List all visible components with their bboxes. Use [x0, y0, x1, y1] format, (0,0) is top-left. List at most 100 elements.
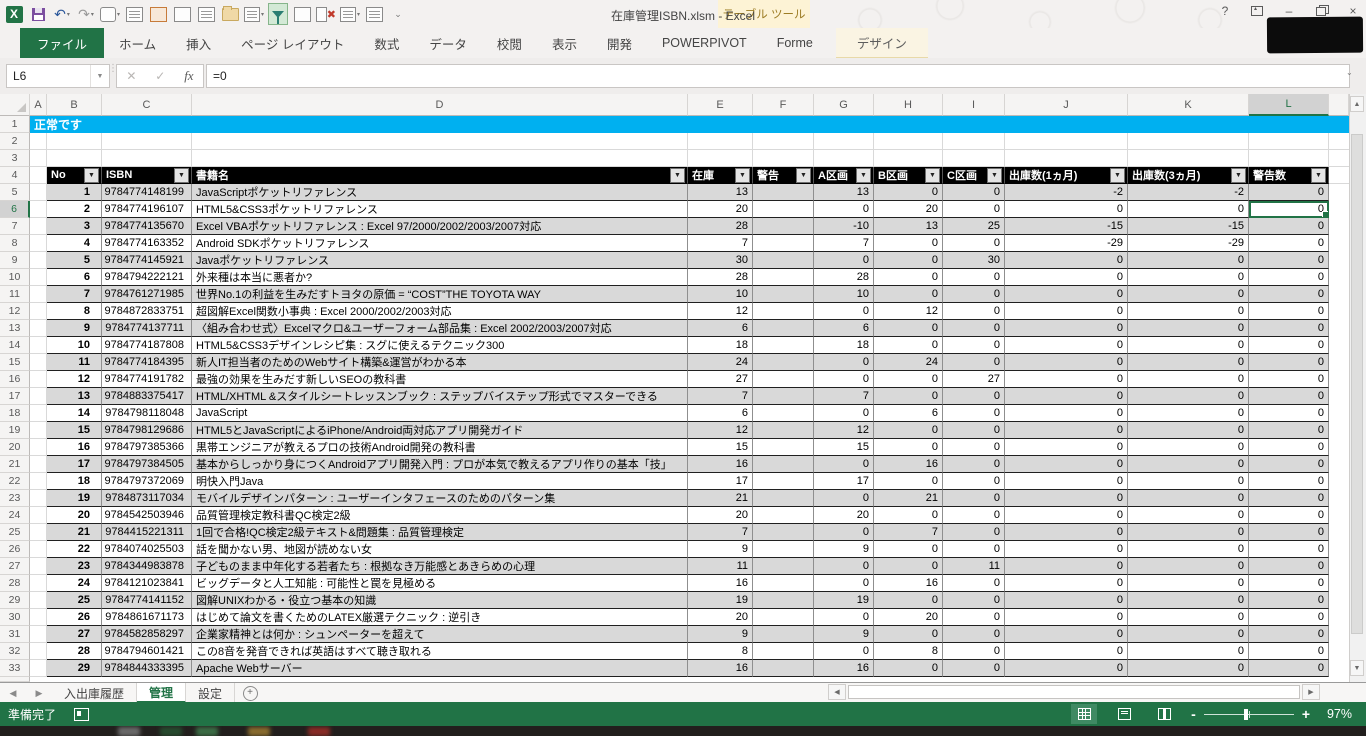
row-header-10[interactable]: 10 [0, 269, 30, 286]
cell-M17[interactable] [1329, 388, 1349, 405]
cell-G19[interactable]: 12 [814, 422, 874, 439]
cell-G29[interactable]: 19 [814, 592, 874, 609]
scroll-down-icon[interactable]: ▼ [1350, 660, 1364, 676]
cell-F5[interactable] [753, 184, 814, 201]
new-sheet-button[interactable]: + [235, 683, 265, 703]
cell-M18[interactable] [1329, 405, 1349, 422]
cell-M2[interactable] [1329, 133, 1349, 150]
cell-C11[interactable]: 9784761271985 [102, 286, 192, 303]
cell-J5[interactable]: -2 [1005, 184, 1128, 201]
column-header-C[interactable]: C [102, 94, 192, 116]
row-header-20[interactable]: 20 [0, 439, 30, 456]
cell-D15[interactable]: 新人IT担当者のためのWebサイト構築&運営がわかる本 [192, 354, 688, 371]
cell-M24[interactable] [1329, 507, 1349, 524]
cell-D6[interactable]: HTML5&CSS3ポケットリファレンス [192, 201, 688, 218]
cell-E27[interactable]: 11 [688, 558, 753, 575]
cell-C19[interactable]: 9784798129686 [102, 422, 192, 439]
cell-I3[interactable] [943, 150, 1005, 167]
cell-F23[interactable] [753, 490, 814, 507]
cell-K5[interactable]: -2 [1128, 184, 1249, 201]
page-break-view-button[interactable] [1151, 704, 1177, 724]
cell-L30[interactable]: 0 [1249, 609, 1329, 626]
cell-M33[interactable] [1329, 660, 1349, 677]
cell-K15[interactable]: 0 [1128, 354, 1249, 371]
qat-overflow-icon[interactable]: ⌄ [388, 4, 408, 24]
cell-E33[interactable]: 16 [688, 660, 753, 677]
cell-G26[interactable]: 9 [814, 541, 874, 558]
cell-J16[interactable]: 0 [1005, 371, 1128, 388]
tab-ページ レイアウト[interactable]: ページ レイアウト [226, 28, 359, 58]
filter-dropdown-icon[interactable]: ▼ [796, 168, 811, 183]
cell-C18[interactable]: 9784798118048 [102, 405, 192, 422]
cell-J11[interactable]: 0 [1005, 286, 1128, 303]
cell-C3[interactable] [102, 150, 192, 167]
cell-L20[interactable]: 0 [1249, 439, 1329, 456]
tab-数式[interactable]: 数式 [359, 28, 414, 58]
cell-G16[interactable]: 0 [814, 371, 874, 388]
row-header-3[interactable]: 3 [0, 150, 30, 167]
cell-H14[interactable]: 0 [874, 337, 943, 354]
cell-M29[interactable] [1329, 592, 1349, 609]
cell-B24[interactable]: 20 [47, 507, 102, 524]
cell-J21[interactable]: 0 [1005, 456, 1128, 473]
cell-J27[interactable]: 0 [1005, 558, 1128, 575]
insert-function-icon[interactable]: fx [184, 68, 193, 84]
cell-L3[interactable] [1249, 150, 1329, 167]
cell-B2[interactable] [47, 133, 102, 150]
filter-dropdown-icon[interactable]: ▼ [735, 168, 750, 183]
cell-L9[interactable]: 0 [1249, 252, 1329, 269]
column-header-L[interactable]: L [1249, 94, 1329, 116]
cell-G2[interactable] [814, 133, 874, 150]
cell-A19[interactable] [30, 422, 47, 439]
cell-M20[interactable] [1329, 439, 1349, 456]
zoom-slider-thumb[interactable] [1244, 709, 1248, 720]
cell-A20[interactable] [30, 439, 47, 456]
cell-I29[interactable]: 0 [943, 592, 1005, 609]
taskbar-icon[interactable] [196, 727, 218, 736]
cell-F27[interactable] [753, 558, 814, 575]
cell-C31[interactable]: 9784582858297 [102, 626, 192, 643]
cell-G14[interactable]: 18 [814, 337, 874, 354]
cell-E29[interactable]: 19 [688, 592, 753, 609]
cell-J33[interactable]: 0 [1005, 660, 1128, 677]
row-header-19[interactable]: 19 [0, 422, 30, 439]
cell-K13[interactable]: 0 [1128, 320, 1249, 337]
cell-A22[interactable] [30, 473, 47, 490]
column-header-B[interactable]: B [47, 94, 102, 116]
cell-K31[interactable]: 0 [1128, 626, 1249, 643]
undo-icon[interactable]: ↶▾ [52, 4, 72, 24]
cell-J13[interactable]: 0 [1005, 320, 1128, 337]
zoom-slider[interactable] [1204, 714, 1294, 715]
tab-挿入[interactable]: 挿入 [171, 28, 226, 58]
insert-cells-icon[interactable]: ▾ [340, 4, 360, 24]
cell-D33[interactable]: Apache Webサーバー [192, 660, 688, 677]
cell-M25[interactable] [1329, 524, 1349, 541]
cell-D2[interactable] [192, 133, 688, 150]
cell-K26[interactable]: 0 [1128, 541, 1249, 558]
taskbar-icon[interactable] [118, 727, 140, 736]
cell-L25[interactable]: 0 [1249, 524, 1329, 541]
cell-D8[interactable]: Android SDKポケットリファレンス [192, 235, 688, 252]
cell-E5[interactable]: 13 [688, 184, 753, 201]
cell-G9[interactable]: 0 [814, 252, 874, 269]
row-header-22[interactable]: 22 [0, 473, 30, 490]
cell-L10[interactable]: 0 [1249, 269, 1329, 286]
taskbar-icon[interactable] [160, 727, 182, 736]
sheet-nav-left-icon[interactable]: ◀ [0, 683, 26, 703]
cell-L13[interactable]: 0 [1249, 320, 1329, 337]
cell-B7[interactable]: 3 [47, 218, 102, 235]
cell-I13[interactable]: 0 [943, 320, 1005, 337]
cell-A28[interactable] [30, 575, 47, 592]
cell-E6[interactable]: 20 [688, 201, 753, 218]
cell-G24[interactable]: 20 [814, 507, 874, 524]
cell-B33[interactable]: 29 [47, 660, 102, 677]
cell-I19[interactable]: 0 [943, 422, 1005, 439]
scroll-right-icon[interactable]: ▶ [1302, 684, 1320, 700]
row-header-27[interactable]: 27 [0, 558, 30, 575]
filter-dropdown-icon[interactable]: ▼ [1110, 168, 1125, 183]
cell-J2[interactable] [1005, 133, 1128, 150]
cell-H9[interactable]: 0 [874, 252, 943, 269]
cell-K9[interactable]: 0 [1128, 252, 1249, 269]
cell-I25[interactable]: 0 [943, 524, 1005, 541]
cell-C6[interactable]: 9784774196107 [102, 201, 192, 218]
